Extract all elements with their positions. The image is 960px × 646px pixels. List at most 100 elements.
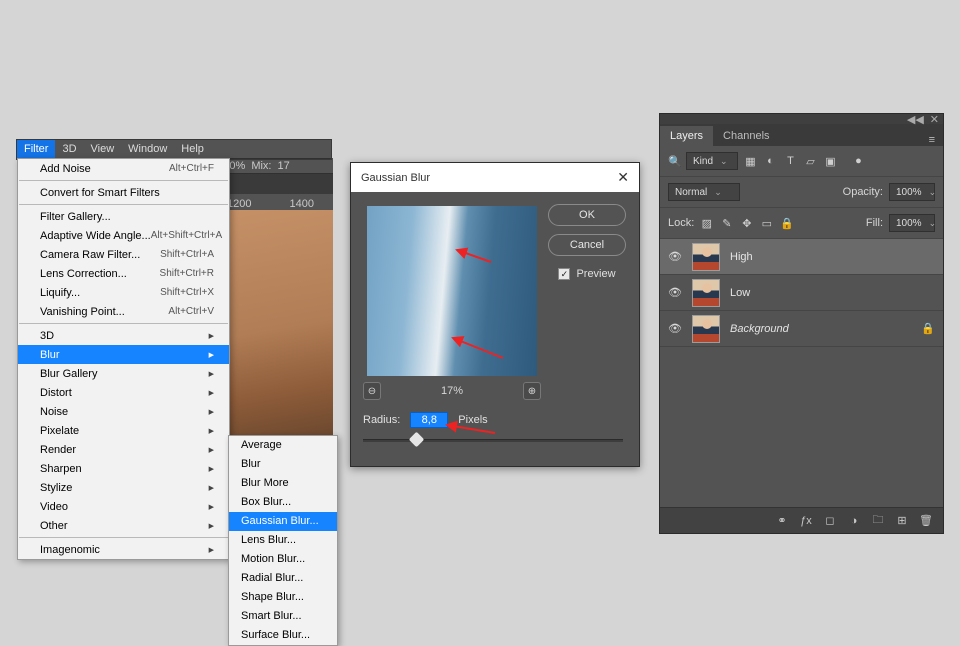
layer-row[interactable]: 👁 High <box>660 239 943 275</box>
menu-item-adaptive-wide-angle[interactable]: Adaptive Wide Angle...Alt+Shift+Ctrl+A <box>18 226 229 245</box>
menu-item-other[interactable]: Other <box>18 516 229 535</box>
menu-item-blur-gallery[interactable]: Blur Gallery <box>18 364 229 383</box>
sub-item-smart-blur[interactable]: Smart Blur... <box>229 607 337 626</box>
layer-mask-icon[interactable]: ◻ <box>823 514 837 528</box>
panel-menu-icon[interactable]: ≡ <box>921 134 943 146</box>
link-layers-icon[interactable]: ⚭ <box>775 514 789 528</box>
cancel-button[interactable]: Cancel <box>548 234 626 256</box>
lock-pixels-icon[interactable]: ✎ <box>720 217 733 230</box>
radius-slider[interactable] <box>363 434 623 448</box>
menu-item-last-filter[interactable]: Add Noise Alt+Ctrl+F <box>18 159 229 178</box>
sub-item-gaussian-blur[interactable]: Gaussian Blur... <box>229 512 337 531</box>
menu-item-distort[interactable]: Distort <box>18 383 229 402</box>
menu-item-imagenomic[interactable]: Imagenomic <box>18 540 229 559</box>
type-layer-icon[interactable]: T <box>784 155 797 168</box>
sub-item-lens-blur[interactable]: Lens Blur... <box>229 531 337 550</box>
zoom-in-icon[interactable]: ⊕ <box>523 382 541 400</box>
blend-mode-select[interactable]: Normal <box>668 183 740 201</box>
filter-toggle-icon[interactable]: ● <box>852 155 865 168</box>
fill-select[interactable]: 100% <box>889 214 935 232</box>
radius-label: Radius: <box>363 414 400 426</box>
sub-item-radial-blur[interactable]: Radial Blur... <box>229 569 337 588</box>
slider-thumb[interactable] <box>409 432 425 448</box>
layer-thumbnail[interactable] <box>692 279 720 307</box>
menu-3d[interactable]: 3D <box>55 140 83 158</box>
lock-position-icon[interactable]: ✥ <box>740 217 753 230</box>
layer-name[interactable]: High <box>730 251 935 263</box>
panel-handle: ◀◀ ✕ <box>660 114 943 124</box>
new-layer-icon[interactable]: ⊞ <box>895 514 909 528</box>
lock-artboard-icon[interactable]: ▭ <box>760 217 773 230</box>
menu-item-label: Stylize <box>40 482 72 494</box>
group-icon[interactable]: 🗀 <box>871 514 885 528</box>
adjustment-icon[interactable]: ◑ <box>847 514 861 528</box>
preview-label: Preview <box>576 268 615 280</box>
menu-filter[interactable]: Filter <box>17 140 55 158</box>
options-mix-label: Mix: <box>251 160 271 172</box>
menu-item-camera-raw[interactable]: Camera Raw Filter...Shift+Ctrl+A <box>18 245 229 264</box>
menu-item-noise[interactable]: Noise <box>18 402 229 421</box>
opacity-select[interactable]: 100% <box>889 183 935 201</box>
blend-row: Normal Opacity: 100% <box>660 177 943 208</box>
shape-layer-icon[interactable]: ▱ <box>804 155 817 168</box>
gaussian-blur-dialog: Gaussian Blur ✕ OK Cancel ✓ Preview ⊖ 17… <box>350 162 640 467</box>
sub-item-blur[interactable]: Blur <box>229 455 337 474</box>
menu-view[interactable]: View <box>84 140 122 158</box>
dialog-preview[interactable] <box>367 206 537 376</box>
layer-row[interactable]: 👁 Low <box>660 275 943 311</box>
lock-label: Lock: <box>668 217 694 229</box>
menu-item-vanishing-point[interactable]: Vanishing Point...Alt+Ctrl+V <box>18 302 229 321</box>
tab-channels[interactable]: Channels <box>713 126 779 146</box>
visibility-icon[interactable]: 👁 <box>668 286 682 299</box>
options-mix: 17 <box>278 160 290 172</box>
menu-item-blur[interactable]: Blur <box>18 345 229 364</box>
sub-item-motion-blur[interactable]: Motion Blur... <box>229 550 337 569</box>
radius-input[interactable] <box>410 412 448 428</box>
panel-close-icon[interactable]: ✕ <box>930 113 939 126</box>
menu-item-video[interactable]: Video <box>18 497 229 516</box>
layer-thumbnail[interactable] <box>692 243 720 271</box>
layer-name[interactable]: Low <box>730 287 935 299</box>
sub-item-box-blur[interactable]: Box Blur... <box>229 493 337 512</box>
sub-item-shape-blur[interactable]: Shape Blur... <box>229 588 337 607</box>
menu-item-pixelate[interactable]: Pixelate <box>18 421 229 440</box>
smart-object-icon[interactable]: ▣ <box>824 155 837 168</box>
adjustment-layer-icon[interactable]: ◐ <box>764 155 777 168</box>
menu-item-shortcut: Alt+Shift+Ctrl+A <box>151 230 222 241</box>
delete-layer-icon[interactable]: 🗑 <box>919 514 933 528</box>
menu-item-smart-filters[interactable]: Convert for Smart Filters <box>18 183 229 202</box>
visibility-icon[interactable]: 👁 <box>668 322 682 335</box>
pixel-layer-icon[interactable]: ▦ <box>744 155 757 168</box>
collapse-icon[interactable]: ◀◀ <box>907 113 924 126</box>
layer-style-icon[interactable]: ƒx <box>799 514 813 528</box>
menu-item-render[interactable]: Render <box>18 440 229 459</box>
menu-item-sharpen[interactable]: Sharpen <box>18 459 229 478</box>
menu-help[interactable]: Help <box>174 140 211 158</box>
layer-row[interactable]: 👁 Background 🔒 <box>660 311 943 347</box>
sub-item-average[interactable]: Average <box>229 436 337 455</box>
menu-item-stylize[interactable]: Stylize <box>18 478 229 497</box>
zoom-out-icon[interactable]: ⊖ <box>363 382 381 400</box>
separator <box>19 204 228 205</box>
lock-all-icon[interactable]: 🔒 <box>780 217 793 230</box>
menu-item-label: 3D <box>40 330 54 342</box>
preview-checkbox[interactable]: ✓ Preview <box>558 268 615 280</box>
menu-item-3d[interactable]: 3D <box>18 326 229 345</box>
tab-layers[interactable]: Layers <box>660 126 713 146</box>
menu-window[interactable]: Window <box>121 140 174 158</box>
sub-item-blur-more[interactable]: Blur More <box>229 474 337 493</box>
search-icon[interactable]: 🔍 <box>668 155 680 168</box>
menu-item-liquify[interactable]: Liquify...Shift+Ctrl+X <box>18 283 229 302</box>
visibility-icon[interactable]: 👁 <box>668 250 682 263</box>
sub-item-surface-blur[interactable]: Surface Blur... <box>229 626 337 645</box>
kind-filter-select[interactable]: Kind <box>686 152 738 170</box>
close-icon[interactable]: ✕ <box>617 169 629 186</box>
menu-item-label: Distort <box>40 387 72 399</box>
layer-name[interactable]: Background <box>730 323 911 335</box>
lock-transparent-icon[interactable]: ▨ <box>700 217 713 230</box>
menu-item-label: Convert for Smart Filters <box>40 187 160 199</box>
menu-item-lens-correction[interactable]: Lens Correction...Shift+Ctrl+R <box>18 264 229 283</box>
ok-button[interactable]: OK <box>548 204 626 226</box>
layer-thumbnail[interactable] <box>692 315 720 343</box>
menu-item-filter-gallery[interactable]: Filter Gallery... <box>18 207 229 226</box>
